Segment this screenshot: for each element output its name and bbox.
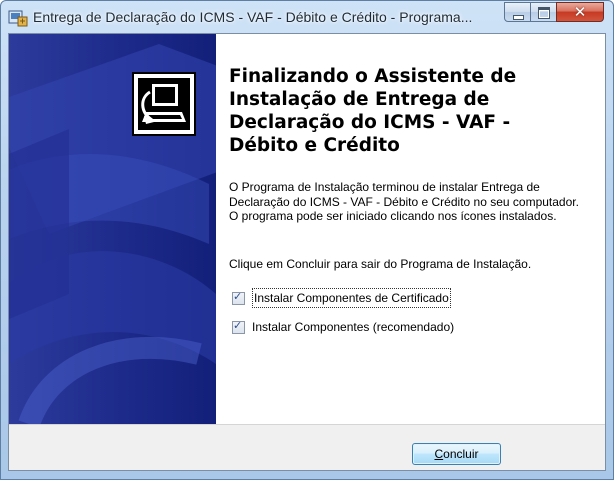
close-button[interactable]: ✕ [556, 2, 604, 22]
computer-disk-installer-icon [132, 72, 196, 136]
wizard-client-area: Finalizando o Assistente de Instalação d… [8, 33, 606, 471]
exit-instruction: Clique em Concluir para sair do Programa… [229, 257, 532, 271]
checkbox-checked-icon[interactable] [232, 319, 245, 334]
installer-app-icon [8, 9, 28, 27]
window-title: Entrega de Declaração do ICMS - VAF - Dé… [33, 9, 473, 25]
completion-message: O Programa de Instalação terminou de ins… [229, 180, 579, 223]
finish-button[interactable]: Concluir [412, 443, 501, 465]
wizard-content: Finalizando o Assistente de Instalação d… [229, 34, 599, 424]
checkbox-checked-icon[interactable] [232, 290, 245, 305]
maximize-icon[interactable] [530, 2, 557, 22]
finish-button-label: oncluir [443, 447, 479, 461]
title-bar[interactable]: Entrega de Declaração do ICMS - VAF - Dé… [1, 1, 613, 33]
checkbox-label[interactable]: Instalar Componentes de Certificado [252, 288, 451, 308]
installer-window: Entrega de Declaração do ICMS - VAF - Dé… [0, 0, 614, 480]
checkbox-label[interactable]: Instalar Componentes (recomendado) [252, 318, 454, 336]
page-title: Finalizando o Assistente de Instalação d… [229, 66, 517, 156]
finish-button-mnemonic: C [434, 447, 444, 461]
close-icon: ✕ [573, 3, 587, 21]
wizard-footer: Concluir [9, 424, 605, 470]
minimize-icon[interactable] [504, 2, 531, 22]
wizard-side-banner [9, 34, 216, 424]
